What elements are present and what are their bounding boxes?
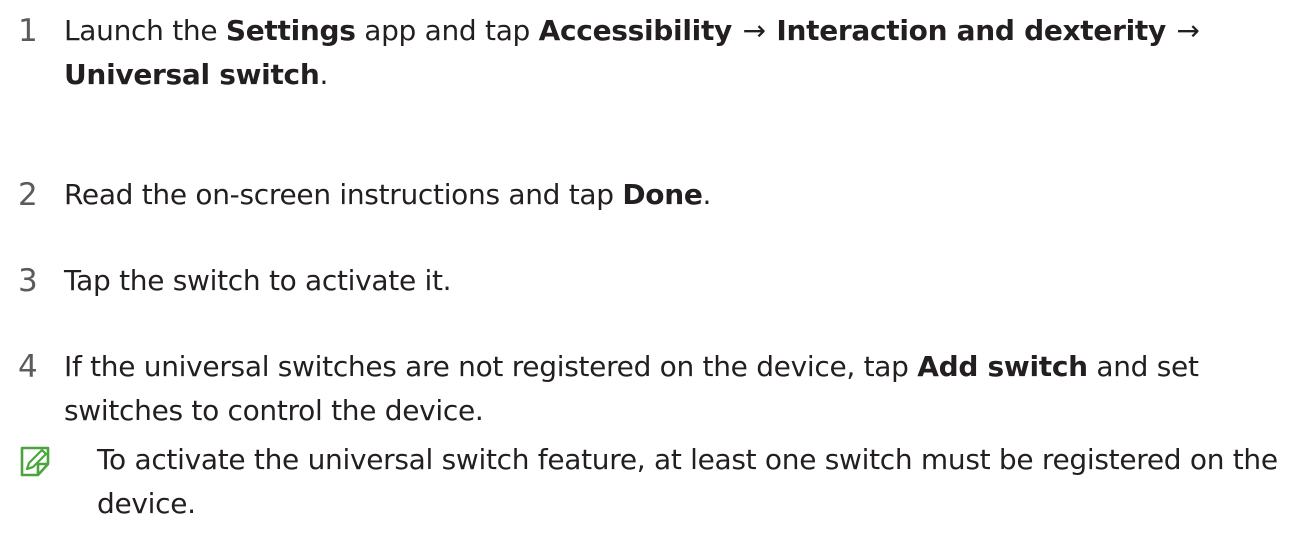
step-text: Launch the Settings app and tap Accessib… [64, 9, 1244, 97]
settings-app-label: Settings [225, 14, 356, 47]
note-pencil-icon [18, 444, 54, 480]
step-number: 4 [18, 349, 38, 385]
step-text-part: . [702, 178, 712, 211]
note-text: To activate the universal switch feature… [97, 443, 1278, 520]
step-number: 1 [18, 13, 38, 49]
step-text: If the universal switches are not regist… [64, 345, 1244, 433]
universal-switch-menu-label: Universal switch [64, 58, 320, 91]
step-text-part: . [319, 58, 329, 91]
document-page: 1 Launch the Settings app and tap Access… [0, 0, 1312, 539]
arrow-icon: → [1167, 14, 1200, 47]
interaction-dexterity-menu-label: Interaction and dexterity [776, 14, 1166, 47]
add-switch-label: Add switch [917, 350, 1088, 383]
step-text: Read the on-screen instructions and tap … [64, 173, 1244, 217]
step-text-part: Tap the switch to activate it. [64, 264, 452, 297]
accessibility-menu-label: Accessibility [538, 14, 733, 47]
step-text-part: app and tap [355, 14, 539, 47]
step-text-part: If the universal switches are not regist… [64, 350, 918, 383]
step-number: 3 [18, 263, 38, 299]
step-text: Tap the switch to activate it. [64, 259, 1244, 303]
arrow-icon: → [733, 14, 775, 47]
step-text-part: Read the on-screen instructions and tap [64, 178, 623, 211]
step-text-part: Launch the [64, 14, 226, 47]
done-button-label: Done [622, 178, 703, 211]
step-number: 2 [18, 177, 38, 213]
